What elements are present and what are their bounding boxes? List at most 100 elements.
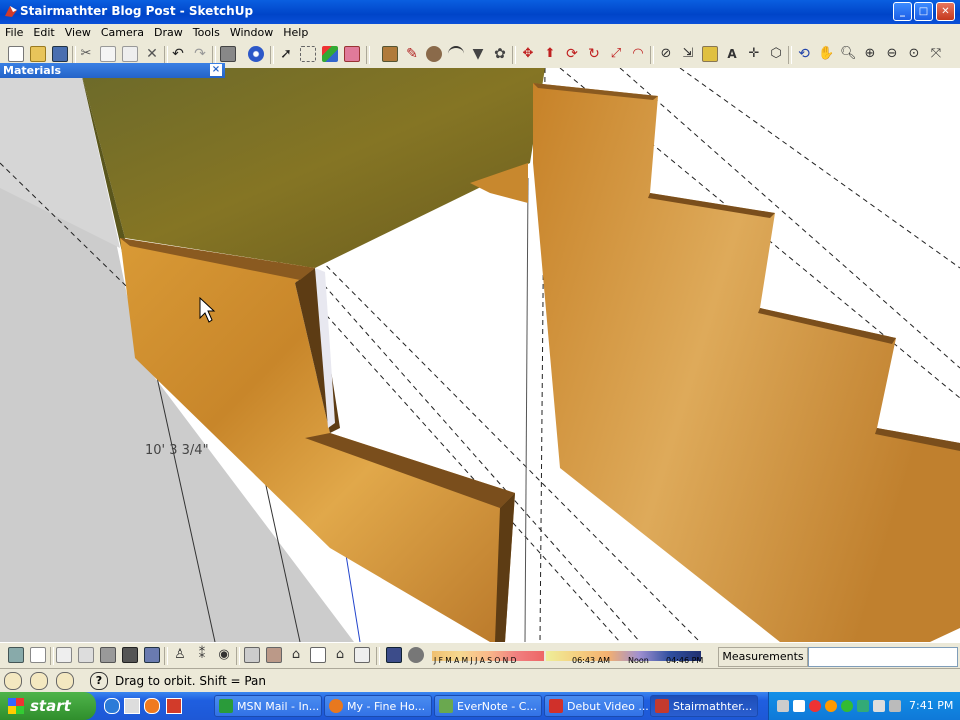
orbit-icon[interactable]: ⟲ <box>796 46 812 62</box>
redo-icon[interactable]: ↷ <box>192 46 208 62</box>
materials-close-button[interactable]: × <box>210 64 222 76</box>
home-view-icon[interactable]: ⌂ <box>288 647 304 663</box>
paint-bucket-icon[interactable] <box>322 46 338 62</box>
pan-hand-icon[interactable]: ✋ <box>818 46 834 62</box>
menu-file[interactable]: File <box>0 24 28 39</box>
menu-tools[interactable]: Tools <box>188 24 225 39</box>
clock[interactable]: 7:41 PM <box>909 699 953 712</box>
zoom-extents-icon[interactable]: ⤧ <box>928 46 944 62</box>
view-back-icon[interactable]: ⌂ <box>332 647 348 663</box>
erase-x-icon[interactable]: ✕ <box>144 46 160 62</box>
footsteps-icon[interactable]: ⁑ <box>194 647 210 663</box>
start-button[interactable]: start <box>0 692 96 720</box>
text-tool-icon[interactable]: A <box>724 46 740 62</box>
tray-icon-8[interactable] <box>889 700 901 712</box>
tray-icon-4[interactable] <box>825 700 837 712</box>
view-front-icon[interactable] <box>266 647 282 663</box>
open-folder-icon[interactable] <box>30 46 46 62</box>
circle-icon[interactable] <box>426 46 442 62</box>
shadow-settings-icon[interactable] <box>386 647 402 663</box>
tray-icon-2[interactable] <box>793 700 805 712</box>
rectangle-icon[interactable] <box>382 46 398 62</box>
tray-icon-6[interactable] <box>857 700 869 712</box>
tray-icon-1[interactable] <box>777 700 789 712</box>
freehand-icon[interactable]: ✿ <box>492 46 508 62</box>
component-icon[interactable] <box>300 46 316 62</box>
view-left-icon[interactable] <box>354 647 370 663</box>
minimize-button[interactable]: _ <box>893 2 912 21</box>
iso-view-icon[interactable] <box>8 647 24 663</box>
shaded-icon[interactable] <box>100 647 116 663</box>
task-fine-homebuilding[interactable]: My - Fine Ho... <box>324 695 432 717</box>
zoom-icon[interactable]: 🔍︎ <box>840 46 857 62</box>
tray-icon-5[interactable] <box>841 700 853 712</box>
follow-me-icon[interactable]: ↻ <box>586 46 602 62</box>
3d-text-icon[interactable]: ⬡ <box>768 46 784 62</box>
previous-view-icon[interactable]: ⊖ <box>884 46 900 62</box>
eraser-icon[interactable] <box>344 46 360 62</box>
push-pull-icon[interactable]: ⬆ <box>542 46 558 62</box>
menu-help[interactable]: Help <box>278 24 313 39</box>
quicklaunch-desktop-icon[interactable] <box>124 698 140 714</box>
move-icon[interactable]: ✥ <box>520 46 536 62</box>
arc-icon[interactable] <box>448 46 464 62</box>
task-debut-video[interactable]: Debut Video ... <box>544 695 649 717</box>
menu-draw[interactable]: Draw <box>149 24 188 39</box>
protractor-icon[interactable] <box>702 46 718 62</box>
cut-icon[interactable]: ✂ <box>78 46 94 62</box>
select-arrow-icon[interactable]: ➚ <box>278 46 294 62</box>
menu-camera[interactable]: Camera <box>96 24 149 39</box>
task-sketchup[interactable]: Stairmathter... <box>650 695 758 717</box>
tray-icon-3[interactable] <box>809 700 821 712</box>
noon-label: Noon <box>628 656 649 665</box>
start-label: start <box>30 697 71 715</box>
paste-icon[interactable] <box>122 46 138 62</box>
quicklaunch-sketchup-icon[interactable] <box>166 698 182 714</box>
task-evernote[interactable]: EverNote - C... <box>434 695 542 717</box>
line-pencil-icon[interactable]: ✎ <box>404 46 420 62</box>
model-viewport[interactable]: 10' 3 3/4" <box>0 68 960 642</box>
quicklaunch-ie-icon[interactable] <box>104 698 120 714</box>
user-icon[interactable] <box>56 672 74 690</box>
maximize-button[interactable]: □ <box>914 2 933 21</box>
scale-icon[interactable]: ⤢ <box>608 46 624 62</box>
geo-location-icon[interactable] <box>4 672 22 690</box>
undo-icon[interactable]: ↶ <box>170 46 186 62</box>
task-msn-mail[interactable]: MSN Mail - In... <box>214 695 322 717</box>
walk-icon[interactable]: ♙ <box>172 647 188 663</box>
quicklaunch-firefox-icon[interactable] <box>144 698 160 714</box>
help-icon[interactable]: ? <box>90 672 108 690</box>
tray-icon-7[interactable] <box>873 700 885 712</box>
print-icon[interactable] <box>220 46 236 62</box>
menu-view[interactable]: View <box>60 24 96 39</box>
shadow-toggle-icon[interactable] <box>408 647 424 663</box>
close-button[interactable]: ✕ <box>936 2 955 21</box>
view-right-icon[interactable] <box>310 647 326 663</box>
xray-icon[interactable] <box>56 647 72 663</box>
monochrome-icon[interactable] <box>144 647 160 663</box>
dimension-icon[interactable]: ⇲ <box>680 46 696 62</box>
look-around-icon[interactable]: ◉ <box>216 647 232 663</box>
axes-icon[interactable]: ✛ <box>746 46 762 62</box>
rotate-icon[interactable]: ⟳ <box>564 46 580 62</box>
model-info-icon[interactable] <box>248 46 264 62</box>
view-top-icon[interactable] <box>244 647 260 663</box>
next-view-icon[interactable]: ⊙ <box>906 46 922 62</box>
save-icon[interactable] <box>52 46 68 62</box>
copy-icon[interactable] <box>100 46 116 62</box>
measurements-input[interactable] <box>808 647 958 667</box>
shaded-textures-icon[interactable] <box>122 647 138 663</box>
zoom-window-icon[interactable]: ⊕ <box>862 46 878 62</box>
offset-icon[interactable]: ◠ <box>630 46 646 62</box>
hidden-line-icon[interactable] <box>78 647 94 663</box>
materials-panel-header[interactable]: Materials × <box>0 63 225 78</box>
tape-measure-icon[interactable]: ⊘ <box>658 46 674 62</box>
new-file-icon[interactable] <box>8 46 24 62</box>
menu-edit[interactable]: Edit <box>28 24 59 39</box>
window-title: Stairmathter Blog Post - SketchUp <box>20 4 254 18</box>
debut-video-icon <box>549 699 563 713</box>
credits-icon[interactable] <box>30 672 48 690</box>
menu-window[interactable]: Window <box>225 24 278 39</box>
wireframe-icon[interactable] <box>30 647 46 663</box>
polygon-icon[interactable]: ▼ <box>470 46 486 62</box>
